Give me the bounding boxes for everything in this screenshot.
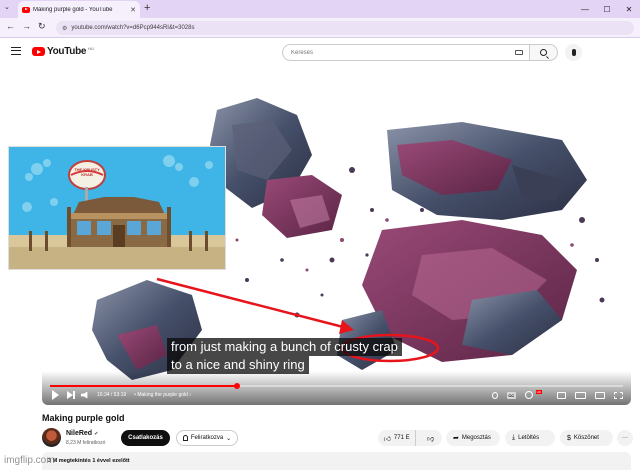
- time-display: 16:34 / 53:19: [97, 392, 127, 398]
- logo-text: YouTube: [47, 46, 87, 57]
- controls-left: 16:34 / 53:19 • Making the purple gold ›: [52, 389, 191, 401]
- next-icon[interactable]: [67, 391, 75, 399]
- controls-right: CC HD: [491, 389, 623, 401]
- thanks-label: Köszönet: [573, 435, 599, 441]
- channel-name-text: NileRed: [66, 430, 93, 437]
- site-settings-icon[interactable]: ⚙: [62, 25, 67, 32]
- voice-search-button[interactable]: [565, 44, 582, 61]
- miniplayer-icon[interactable]: [557, 391, 566, 399]
- progress-fill: [50, 385, 237, 387]
- youtube-header: YouTube HU: [0, 38, 640, 68]
- like-dislike-pill: 👍︎ 771 E 👎︎: [378, 430, 442, 446]
- play-icon[interactable]: [52, 390, 59, 400]
- download-button[interactable]: ⤓ Letöltés: [505, 430, 555, 446]
- search-box: [282, 44, 530, 61]
- search-button[interactable]: [530, 44, 558, 61]
- close-window-button[interactable]: ✕: [618, 0, 640, 18]
- caption-line-1: from just making a bunch of crusty crap: [167, 338, 402, 356]
- download-icon: ⤓: [512, 434, 516, 441]
- channel-row: NileRed ✔ 8,23 M feliratkozó Csatlakozás …: [42, 428, 633, 448]
- thumbs-down-icon: 👎︎: [427, 435, 435, 443]
- cast-icon[interactable]: [595, 391, 605, 399]
- subscriber-count: 8,23 M feliratkozó: [66, 440, 106, 446]
- logo-country-code: HU: [88, 46, 94, 51]
- youtube-favicon-icon: [22, 6, 30, 13]
- new-tab-button[interactable]: +: [144, 2, 150, 14]
- channel-name[interactable]: NileRed ✔: [66, 430, 98, 437]
- youtube-logo[interactable]: YouTube HU: [32, 46, 94, 57]
- settings-gear-icon[interactable]: [524, 391, 533, 399]
- keyboard-icon[interactable]: [515, 50, 523, 55]
- hd-badge: HD: [535, 390, 542, 394]
- maximize-button[interactable]: ☐: [596, 0, 618, 18]
- browser-tab[interactable]: Making purple gold - YouTube ✕: [18, 1, 140, 18]
- more-actions-button[interactable]: ···: [617, 430, 633, 446]
- share-arrow-icon: ➦: [453, 435, 459, 442]
- krusty-krab-sign-text: THE KRUSTY KRAB: [74, 167, 100, 177]
- tab-list-chevron-icon[interactable]: ⌄: [4, 3, 14, 14]
- reload-icon[interactable]: ↻: [38, 21, 46, 32]
- progress-bar[interactable]: [50, 383, 623, 389]
- chapter-title[interactable]: • Making the purple gold ›: [134, 392, 191, 398]
- share-button[interactable]: ➦ Megosztás: [446, 430, 500, 446]
- autoplay-toggle-icon[interactable]: [491, 391, 498, 399]
- url-text: youtube.com/watch?v=d6Pcp944sRI&t=3028s: [71, 25, 195, 31]
- progress-scrubber[interactable]: [234, 383, 240, 389]
- minimize-button[interactable]: —: [574, 0, 596, 18]
- tab-title: Making purple gold - YouTube: [33, 6, 113, 13]
- dislike-button[interactable]: 👎︎: [419, 434, 442, 443]
- subtitles-icon[interactable]: CC: [506, 391, 516, 399]
- youtube-logo-icon: [32, 47, 45, 56]
- verified-check-icon: ✔: [94, 431, 99, 437]
- window-controls: — ☐ ✕: [574, 0, 640, 18]
- thumbs-up-icon: 👍︎: [383, 435, 391, 443]
- description-meta: 3 M megtekintés 1 évvel ezelőtt: [48, 458, 130, 464]
- tab-close-icon[interactable]: ✕: [130, 6, 136, 14]
- meme-inset-image: THE KRUSTY KRAB: [8, 146, 226, 270]
- search-input[interactable]: [291, 49, 501, 56]
- bell-icon: [182, 435, 188, 441]
- theater-mode-icon[interactable]: [575, 391, 586, 399]
- microphone-icon: [571, 49, 576, 56]
- subscribed-button[interactable]: Feliratkozva ⌄: [176, 430, 238, 446]
- download-label: Letöltés: [518, 435, 540, 441]
- chevron-down-icon: ⌄: [226, 435, 232, 442]
- channel-avatar[interactable]: [42, 428, 61, 447]
- search-icon: [540, 49, 547, 56]
- like-button[interactable]: 👍︎ 771 E: [378, 430, 417, 446]
- forward-arrow-icon[interactable]: →: [22, 21, 31, 31]
- thanks-dollar-icon: $: [567, 434, 571, 442]
- thanks-button[interactable]: $ Köszönet: [560, 430, 613, 446]
- share-label: Megosztás: [461, 435, 491, 441]
- back-arrow-icon[interactable]: ←: [6, 21, 15, 31]
- hamburger-menu-icon[interactable]: [11, 47, 21, 55]
- imgflip-watermark: imgflip.com: [4, 455, 55, 466]
- browser-tab-strip: ⌄ Making purple gold - YouTube ✕ + — ☐ ✕: [0, 0, 640, 18]
- address-bar: ← → ↻ ⚙ youtube.com/watch?v=d6Pcp944sRI&…: [0, 18, 640, 38]
- video-title: Making purple gold: [42, 413, 125, 423]
- omnibox[interactable]: ⚙ youtube.com/watch?v=d6Pcp944sRI&t=3028…: [56, 21, 634, 35]
- krusty-krab-picture: [9, 147, 225, 269]
- player-controls: 16:34 / 53:19 • Making the purple gold ›…: [42, 371, 631, 405]
- fullscreen-icon[interactable]: [614, 391, 623, 399]
- like-count: 771 E: [393, 435, 410, 441]
- subscribed-label: Feliratkozva: [190, 435, 224, 441]
- description-box[interactable]: 3 M megtekintés 1 évvel ezelőtt: [42, 452, 631, 470]
- join-button[interactable]: Csatlakozás: [121, 430, 170, 446]
- volume-icon[interactable]: [81, 391, 88, 399]
